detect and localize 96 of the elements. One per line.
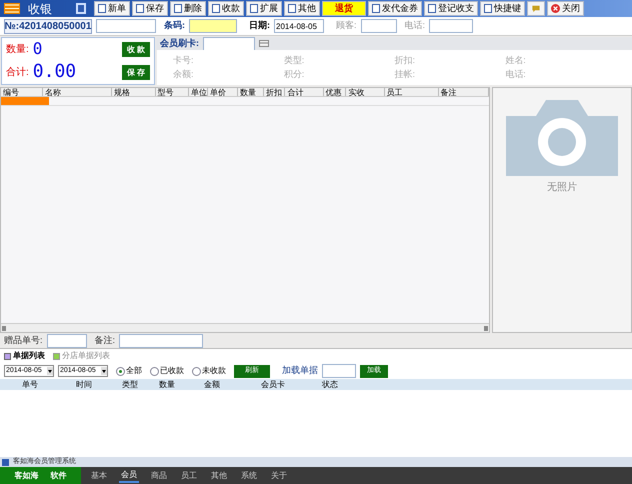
nav-tab[interactable]: 商品 — [149, 468, 169, 483]
close-icon — [551, 4, 560, 13]
order-number: №:4201408050001 — [4, 18, 92, 34]
toolbar-button[interactable] — [527, 1, 545, 16]
toolbar-button[interactable]: 扩展 — [246, 1, 282, 16]
radio-option[interactable]: 已收款 — [150, 365, 184, 377]
field-label: 赠品单号: — [4, 334, 43, 347]
current-row-marker — [1, 97, 49, 105]
field-label: 加载单据 — [282, 364, 318, 378]
close-button[interactable]: 关闭 — [547, 1, 584, 16]
action-button[interactable]: 收 款 — [122, 42, 150, 57]
toolbar-button[interactable]: 保存 — [132, 1, 168, 16]
column-header: 备注 — [438, 88, 489, 96]
column-header: 折扣 — [264, 88, 286, 96]
total-value: 0.00 — [32, 63, 76, 81]
document-icon — [174, 4, 182, 13]
phone-field[interactable] — [429, 19, 474, 33]
photo-caption: 无照片 — [547, 180, 577, 195]
column-header: 名称 — [42, 88, 112, 96]
nav-tab[interactable]: 系统 — [239, 468, 259, 483]
field-label: 备注: — [94, 334, 116, 347]
input-field[interactable] — [96, 19, 156, 33]
nav-tab[interactable]: 其他 — [209, 468, 229, 483]
toolbar-button[interactable]: 收款 — [208, 1, 244, 16]
tab[interactable]: 单据列表 — [4, 350, 45, 362]
radio-option[interactable]: 未收款 — [192, 365, 226, 377]
document-icon — [428, 4, 436, 13]
load-field[interactable] — [322, 364, 356, 378]
toolbar-button[interactable]: 其他 — [284, 1, 320, 16]
nav-tab[interactable]: 员工 — [179, 468, 199, 483]
column-header: 优惠 — [324, 88, 346, 96]
column-header: 类型 — [121, 379, 139, 390]
column-header: 数量 — [238, 88, 264, 96]
field-label: 条码: — [164, 19, 185, 32]
toolbar-button[interactable]: 新单 — [94, 1, 130, 16]
radio-option[interactable]: 全部 — [116, 365, 142, 377]
field-label: 折扣: — [394, 54, 416, 67]
member-card-field[interactable] — [203, 36, 255, 50]
brand-text: 软件 — [50, 470, 66, 482]
column-header: 时间 — [75, 379, 93, 390]
tab[interactable]: 分店单据列表 — [53, 350, 110, 362]
toolbar-button[interactable]: 退货 — [322, 1, 366, 16]
card-icon — [259, 40, 269, 47]
document-icon — [484, 4, 492, 13]
document-icon — [250, 4, 258, 13]
field-label: 余额: — [173, 68, 195, 80]
barcode-field[interactable] — [189, 19, 237, 33]
field-label: 姓名: — [505, 54, 527, 67]
column-header: 员工 — [384, 88, 439, 96]
quantity-value: 0 — [32, 41, 42, 57]
field-label: 合计: — [6, 66, 29, 80]
date-field[interactable]: 2014-08-05 — [274, 19, 324, 33]
field-label: 挂帐: — [394, 68, 416, 80]
column-header: 金额 — [203, 379, 221, 390]
document-icon — [372, 4, 380, 13]
field-label: 积分: — [284, 68, 306, 80]
column-header: 合计 — [285, 88, 324, 96]
document-icon — [288, 4, 296, 13]
window-title: 收银 — [28, 0, 53, 18]
field-label: 卡号: — [173, 54, 195, 67]
dropdown-arrow-icon — [47, 367, 53, 375]
toolbar-button[interactable]: 删除 — [170, 1, 206, 16]
nav-tab[interactable]: 会员 — [119, 468, 139, 483]
field-label: 电话: — [404, 19, 426, 32]
column-header: 单号 — [21, 379, 39, 390]
column-header: 单价 — [208, 88, 238, 96]
toolbar-button[interactable]: 快捷键 — [480, 1, 525, 16]
column-header: 型号 — [156, 88, 189, 96]
customer-field[interactable] — [360, 19, 397, 33]
nav-tab[interactable]: 基本 — [89, 468, 109, 483]
gift-number-field[interactable] — [46, 334, 87, 348]
column-header: 实收 — [346, 88, 385, 96]
app-logo-icon — [4, 3, 20, 14]
field-label: 顾客: — [336, 19, 357, 32]
dropdown-arrow-icon — [101, 367, 107, 375]
document-icon — [98, 4, 106, 13]
column-header: 状态 — [321, 379, 339, 390]
field-label: 数量: — [6, 42, 29, 56]
toolbar-button[interactable]: 发代金券 — [368, 1, 422, 16]
column-header: 规格 — [112, 88, 156, 96]
app-small-icon — [2, 458, 9, 466]
field-label: 会员刷卡: — [160, 36, 199, 50]
nav-tab[interactable]: 关于 — [269, 468, 289, 483]
remark-field[interactable] — [119, 334, 204, 348]
brand-text: 客如海 — [14, 470, 38, 482]
action-button[interactable]: 保 存 — [122, 65, 150, 80]
document-icon — [136, 4, 144, 13]
field-label: 类型: — [284, 54, 306, 67]
column-header: 单位 — [188, 88, 208, 96]
field-label: 电话: — [505, 68, 527, 80]
column-header: 编号 — [1, 88, 43, 96]
column-header: 数量 — [158, 379, 176, 390]
document-icon — [212, 4, 220, 13]
toolbar-button[interactable]: 登记收支 — [424, 1, 478, 16]
column-header: 会员卡 — [260, 379, 286, 390]
field-label: 日期: — [249, 19, 270, 32]
